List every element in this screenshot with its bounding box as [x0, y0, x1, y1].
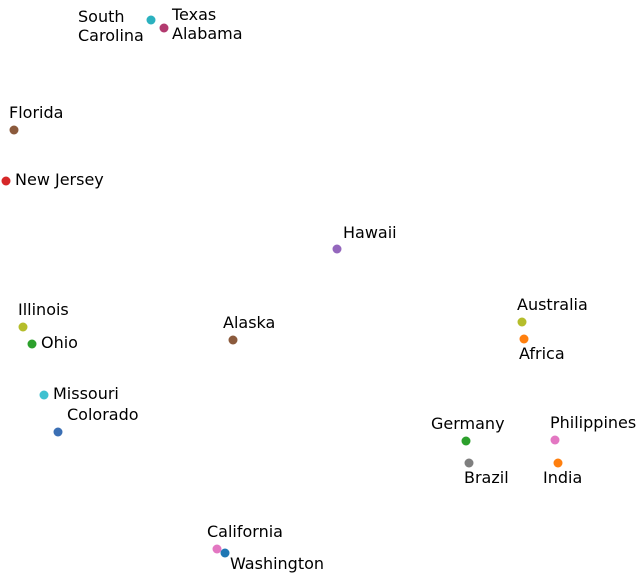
point-illinois: [19, 323, 28, 332]
label-missouri: Missouri: [53, 385, 119, 403]
point-africa: [520, 335, 529, 344]
point-germany: [462, 437, 471, 446]
label-africa: Africa: [519, 345, 565, 363]
point-ohio: [28, 340, 37, 349]
point-florida: [10, 126, 19, 135]
point-india: [554, 459, 563, 468]
point-colorado: [54, 428, 63, 437]
point-washington: [221, 549, 230, 558]
point-hawaii: [333, 245, 342, 254]
label-texas: Texas: [172, 6, 216, 24]
scatter-plot: SouthCarolina TexasAlabama Florida New Jers…: [0, 0, 640, 576]
label-south-carolina: South: [78, 8, 125, 26]
point-south-carolina: [147, 16, 156, 25]
point-alaska: [229, 336, 238, 345]
label-ohio: Ohio: [41, 334, 78, 352]
point-texas: [160, 24, 169, 33]
label-hawaii: Hawaii: [343, 224, 397, 242]
point-philippines: [551, 436, 560, 445]
label-florida: Florida: [9, 104, 63, 122]
point-missouri: [40, 391, 49, 400]
label-new-jersey: New Jersey: [15, 171, 104, 189]
label-illinois: Illinois: [18, 301, 69, 319]
label-alaska: Alaska: [223, 314, 275, 332]
point-new-jersey: [2, 177, 11, 186]
label-australia: Australia: [517, 296, 588, 314]
label-colorado: Colorado: [67, 406, 139, 424]
label-california: California: [207, 523, 283, 541]
label-brazil: Brazil: [464, 469, 509, 487]
label-carolina-line2: Carolina: [78, 27, 144, 45]
point-australia: [518, 318, 527, 327]
label-philippines: Philippines: [550, 414, 636, 432]
point-brazil: [465, 459, 474, 468]
label-india: India: [543, 469, 582, 487]
label-washington: Washington: [230, 555, 324, 573]
label-alabama: Alabama: [172, 25, 243, 43]
label-germany: Germany: [431, 415, 505, 433]
